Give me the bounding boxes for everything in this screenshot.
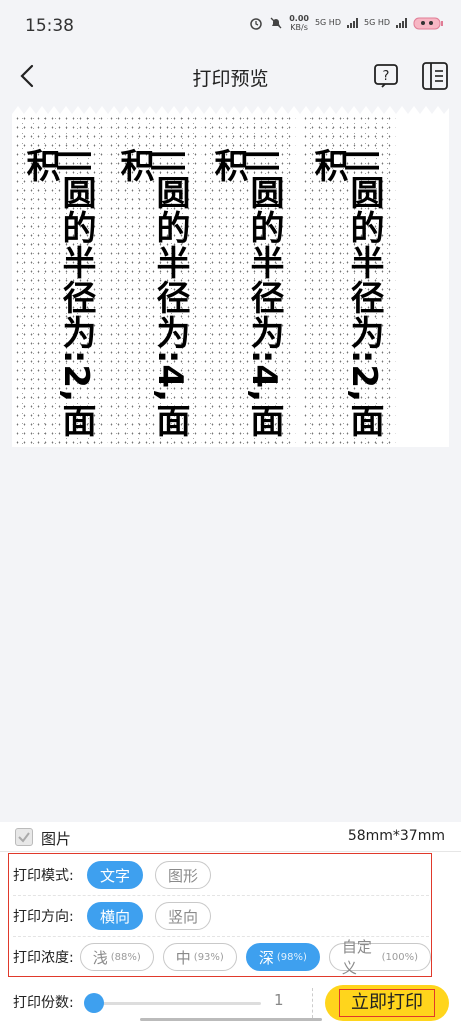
mode-graphic-option[interactable]: 图形 [155, 861, 212, 889]
menu-icon[interactable] [421, 61, 449, 91]
preview-strip: ||圆的半径为:4,面积 [108, 114, 202, 447]
net-speed-value: 0.00 [289, 14, 309, 23]
preview-strip: ||圆的半径为:2,面积 [302, 114, 396, 447]
copies-slider-handle[interactable] [84, 993, 104, 1013]
alarm-icon [250, 18, 262, 30]
status-icons: 0.00 KB/s 5G HD 5G HD [249, 14, 445, 32]
density-light-name: 浅 [92, 948, 108, 967]
mute-icon [270, 17, 282, 29]
print-options: 打印模式: 文字 图形 打印方向: 横向 竖向 打印浓度: 浅 (88%) 中 (9… [8, 853, 432, 977]
home-indicator[interactable] [140, 1018, 322, 1021]
density-dark-name: 深 [258, 948, 274, 967]
density-medium-name: 中 [175, 948, 191, 967]
direction-horizontal-option[interactable]: 横向 [87, 902, 144, 930]
image-row: 图片 58mm*37mm [0, 822, 461, 852]
preview-text: ||圆的半径为:4,面积 [114, 148, 190, 439]
nav-bar: 打印预览 ? [0, 52, 461, 102]
label-size: 58mm*37mm [347, 828, 445, 844]
status-time: 15:38 [25, 16, 74, 36]
preview-strip: ||圆的半径为:2,面积 [14, 114, 108, 447]
print-direction-label: 打印方向: [13, 909, 74, 925]
signal-icon [346, 18, 358, 28]
density-medium-option[interactable]: 中 (93%) [162, 943, 237, 971]
preview-text: ||圆的半径为:2,面积 [308, 148, 384, 439]
preview-strip: ||圆的半径为:4,面积 [202, 114, 296, 447]
sim1-label: 5G HD [314, 18, 341, 27]
image-label: 图片 [41, 830, 72, 848]
mode-text-option[interactable]: 文字 [87, 861, 144, 889]
print-mode-label: 打印模式: [13, 868, 74, 884]
net-speed-unit: KB/s [290, 23, 308, 32]
copies-label: 打印份数: [13, 995, 74, 1011]
print-density-row: 打印浓度: 浅 (88%) 中 (93%) 深 (98%) 自定义 (100%) [13, 938, 431, 977]
sim2-label: 5G HD [363, 18, 390, 27]
density-dark-pct: (98%) [276, 951, 307, 963]
svg-text:?: ? [383, 69, 390, 84]
copies-slider-track[interactable] [86, 1002, 261, 1005]
preview-text: ||圆的半径为:4,面积 [208, 148, 284, 439]
check-icon [18, 832, 30, 843]
signal-icon-2 [396, 18, 407, 28]
print-mode-row: 打印模式: 文字 图形 [13, 856, 223, 894]
print-now-button[interactable]: 立即打印 [325, 985, 449, 1021]
help-icon[interactable]: ? [373, 63, 399, 89]
print-density-label: 打印浓度: [13, 950, 74, 966]
settings-panel: 图片 58mm*37mm 打印模式: 文字 图形 打印方向: 横向 竖向 打印浓… [0, 822, 461, 1024]
density-light-option[interactable]: 浅 (88%) [79, 943, 154, 971]
divider [312, 988, 313, 1018]
density-light-pct: (88%) [110, 951, 141, 963]
density-dark-option[interactable]: 深 (98%) [245, 943, 320, 971]
paper-edge [12, 102, 449, 114]
status-bar: 15:38 0.00 KB/s 5G HD 5G HD [0, 0, 461, 52]
density-custom-name: 自定义 [341, 938, 372, 977]
print-now-label: 立即打印 [339, 989, 435, 1017]
image-checkbox[interactable] [15, 828, 33, 846]
copies-count: 1 [274, 991, 284, 1009]
density-custom-option[interactable]: 自定义 (100%) [328, 938, 431, 977]
direction-vertical-option[interactable]: 竖向 [155, 902, 212, 930]
print-direction-row: 打印方向: 横向 竖向 [13, 897, 223, 935]
print-preview: ||圆的半径为:2,面积 ||圆的半径为:4,面积 ||圆的半径为:4,面积 |… [12, 102, 449, 447]
density-custom-pct: (100%) [381, 951, 418, 963]
preview-text: ||圆的半径为:2,面积 [20, 148, 96, 439]
net-speed: 0.00 KB/s [289, 14, 309, 32]
battery-icon [413, 17, 443, 30]
density-medium-pct: (93%) [193, 951, 224, 963]
